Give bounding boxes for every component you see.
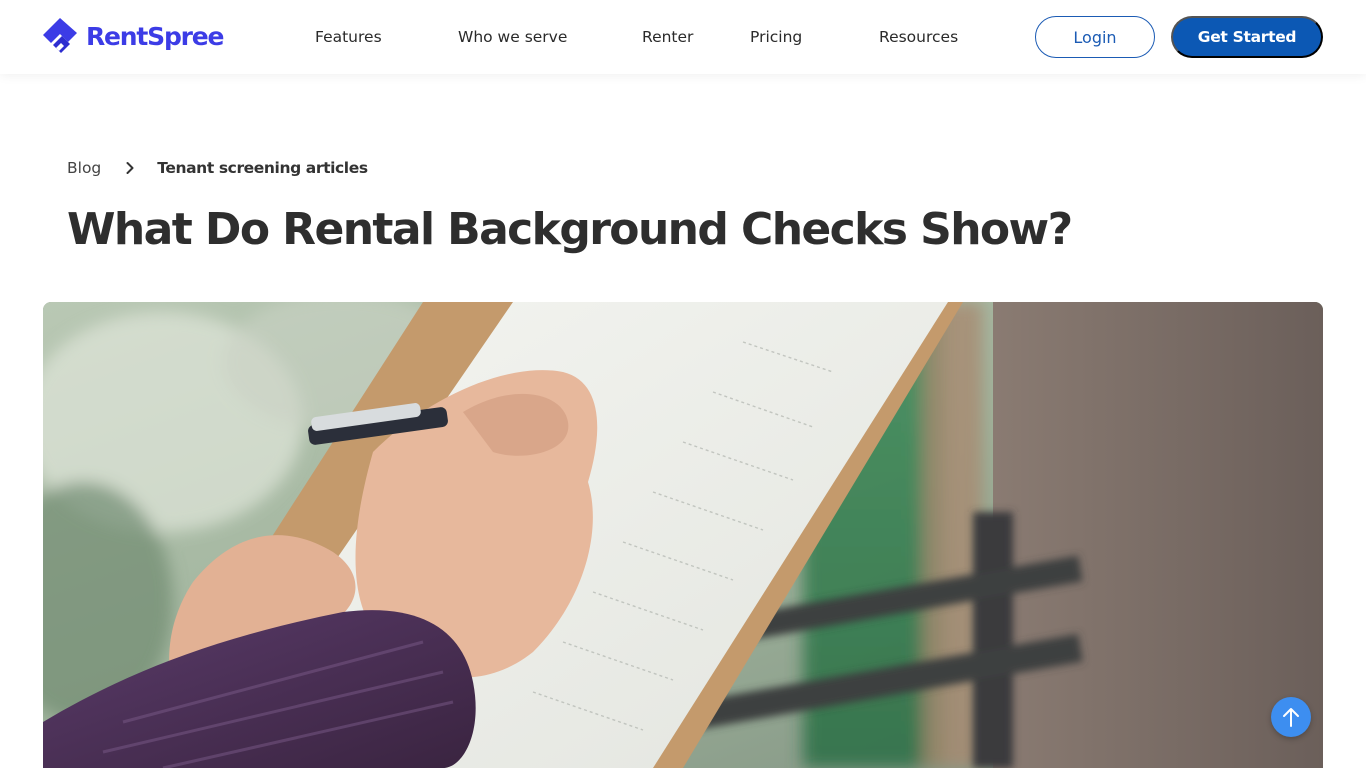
- breadcrumb: Blog Tenant screening articles: [67, 156, 368, 180]
- top-navbar: RentSpree Features Who we serve Renter P…: [0, 0, 1366, 74]
- login-button[interactable]: Login: [1035, 16, 1155, 58]
- nav-pricing[interactable]: Pricing: [750, 24, 802, 50]
- nav-renter[interactable]: Renter: [642, 24, 693, 50]
- breadcrumb-current: Tenant screening articles: [157, 159, 368, 177]
- breadcrumb-blog-link[interactable]: Blog: [67, 159, 101, 177]
- nav-who-we-serve[interactable]: Who we serve: [458, 24, 567, 50]
- logo-wordmark: RentSpree: [86, 22, 224, 51]
- hand-writing-clipboard-illustration: [43, 302, 1323, 768]
- rentspree-logo-icon: [43, 18, 77, 53]
- rentspree-logo[interactable]: RentSpree: [40, 17, 224, 57]
- page-title: What Do Rental Background Checks Show?: [67, 204, 1073, 255]
- scroll-to-top-button[interactable]: [1271, 697, 1311, 737]
- hero-image: [43, 302, 1323, 768]
- nav-resources[interactable]: Resources: [879, 24, 958, 50]
- get-started-button[interactable]: Get Started: [1171, 16, 1323, 58]
- chevron-right-icon: [126, 162, 134, 174]
- nav-features[interactable]: Features: [315, 24, 382, 50]
- arrow-up-icon: [1283, 708, 1299, 727]
